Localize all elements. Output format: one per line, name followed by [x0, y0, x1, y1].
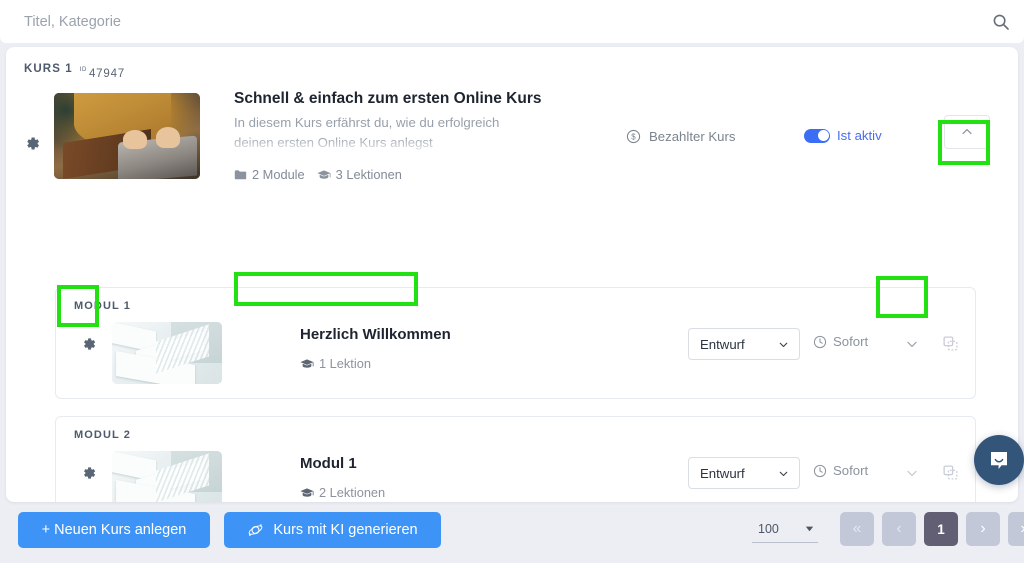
module-card: MODUL 2 Modul 1 2 Lektionen Entwurf Sofo…	[55, 416, 976, 502]
chevron-up-icon	[962, 129, 972, 135]
module-lessons: 2 Lektionen	[300, 485, 385, 500]
module-settings-button[interactable]	[77, 461, 101, 485]
pagination: 100 « ‹ 1 › »	[752, 512, 1024, 546]
course-id: ID 47947	[79, 67, 125, 80]
course-lessons-meta: 3 Lektionen	[317, 165, 402, 184]
ai-course-label: Kurs mit KI generieren	[273, 522, 418, 538]
module-thumbnail	[112, 451, 222, 502]
gear-icon	[26, 137, 39, 149]
course-meta: 2 Module 3 Lektionen	[234, 165, 594, 186]
page-size-value: 100	[758, 521, 779, 536]
pagination-current-page[interactable]: 1	[924, 512, 958, 546]
new-course-button[interactable]: + Neuen Kurs anlegen	[18, 512, 210, 548]
page-size-select[interactable]: 100	[752, 515, 818, 543]
graduation-cap-icon	[300, 358, 314, 368]
gear-icon	[84, 467, 96, 479]
module-release-time-label: Sofort	[833, 463, 869, 478]
pagination-prev-button[interactable]: ‹	[882, 512, 916, 546]
module-expand-button[interactable]	[896, 457, 928, 489]
course-description: In diesem Kurs erfährst du, wie du erfol…	[234, 113, 594, 152]
module-status-select[interactable]: Entwurf	[688, 328, 800, 360]
course-active-label: Ist aktiv	[837, 128, 882, 143]
module-duplicate-button[interactable]	[936, 329, 964, 357]
duplicate-icon	[942, 464, 958, 480]
paid-course-label: Bezahlter Kurs	[649, 129, 736, 144]
module-status-value: Entwurf	[700, 336, 745, 352]
clock-icon	[813, 464, 827, 477]
paid-course-badge: $ Bezahlter Kurs	[626, 129, 736, 144]
pagination-next-button[interactable]: ›	[966, 512, 1000, 546]
toggle-switch[interactable]	[804, 128, 830, 143]
course-text-block: Schnell & einfach zum ersten Online Kurs…	[234, 89, 594, 186]
search-bar	[0, 0, 1024, 43]
thumbnail-hand-shape	[122, 129, 148, 149]
clock-icon	[813, 335, 827, 348]
module-title[interactable]: Modul 1	[300, 455, 357, 472]
module-title[interactable]: Herzlich Willkommen	[300, 326, 451, 343]
pagination-last-button[interactable]: »	[1008, 512, 1024, 546]
gear-icon	[84, 338, 96, 350]
module-settings-button[interactable]	[77, 332, 101, 356]
module-thumbnail	[112, 322, 222, 384]
module-status-select[interactable]: Entwurf	[688, 457, 800, 489]
course-id-prefix: ID	[79, 67, 87, 73]
course-active-toggle[interactable]: Ist aktiv	[804, 128, 882, 143]
module-lessons: 1 Lektion	[300, 356, 371, 371]
module-duplicate-button[interactable]	[936, 458, 964, 486]
course-description-line-2: deinen ersten Online Kurs anlegst	[234, 134, 433, 150]
duplicate-icon	[942, 335, 958, 351]
svg-text:$: $	[631, 133, 636, 142]
pagination-first-button[interactable]: «	[840, 512, 874, 546]
course-description-line-1: In diesem Kurs erfährst du, wie du erfol…	[234, 115, 500, 131]
chevron-down-icon	[779, 342, 788, 347]
caret-down-icon	[805, 526, 814, 532]
search-input[interactable]	[24, 13, 992, 30]
module-release-time: Sofort	[813, 334, 868, 349]
chevron-down-icon	[907, 470, 917, 476]
graduation-cap-icon	[317, 170, 331, 179]
course-modules-meta: 2 Module	[234, 165, 305, 184]
ai-sparkle-icon	[249, 523, 263, 536]
module-lessons-label: 2 Lektionen	[319, 485, 386, 500]
course-thumbnail	[54, 93, 200, 179]
module-lessons-label: 1 Lektion	[319, 356, 371, 371]
course-label: KURS 1	[24, 63, 73, 75]
thumbnail-hand-shape	[156, 127, 180, 149]
course-row: Schnell & einfach zum ersten Online Kurs…	[6, 85, 1018, 215]
module-release-time-label: Sofort	[833, 334, 869, 349]
courses-card: KURS 1 ID 47947 Schnell & einfach zum er…	[6, 47, 1018, 502]
course-collapse-button[interactable]	[944, 115, 990, 149]
module-release-time: Sofort	[813, 463, 868, 478]
graduation-cap-icon	[300, 487, 314, 497]
folder-icon	[234, 170, 247, 180]
module-card: MODUL 1 Herzlich Willkommen 1 Lektion En…	[55, 287, 976, 399]
module-expand-button[interactable]	[896, 328, 928, 360]
course-lessons-count: 3 Lektionen	[335, 167, 402, 183]
chat-bubble-icon	[991, 452, 1007, 469]
course-id-value: 47947	[88, 68, 125, 80]
module-label: MODUL 2	[74, 429, 132, 441]
module-status-value: Entwurf	[700, 465, 745, 481]
course-settings-button[interactable]	[19, 130, 45, 156]
chevron-down-icon	[779, 471, 788, 476]
ai-course-button[interactable]: Kurs mit KI generieren	[224, 512, 441, 548]
support-chat-launcher[interactable]	[974, 435, 1024, 485]
course-title[interactable]: Schnell & einfach zum ersten Online Kurs	[234, 89, 594, 109]
chevron-down-icon	[907, 341, 917, 347]
search-icon[interactable]	[992, 13, 1010, 31]
course-modules-count: 2 Module	[252, 167, 305, 183]
dollar-circle-icon: $	[626, 129, 641, 144]
module-label: MODUL 1	[74, 300, 132, 312]
course-label-row: KURS 1 ID 47947	[24, 63, 125, 80]
